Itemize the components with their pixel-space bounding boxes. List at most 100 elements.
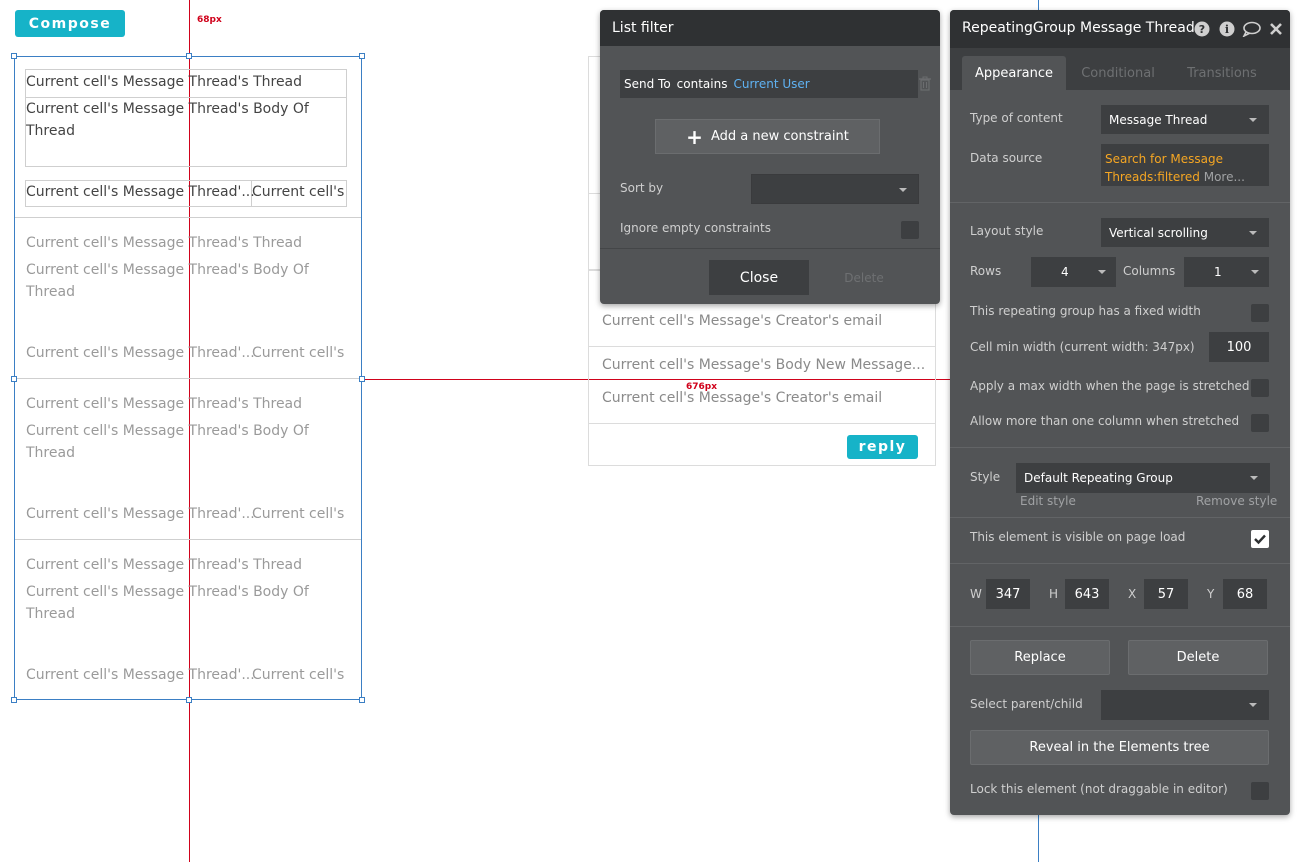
top-measure-label: 68px [197,15,222,25]
data-source-expression-2[interactable]: Threads:filtered [1105,170,1200,184]
remove-style-link[interactable]: Remove style [1196,494,1277,508]
cell-min-width-input[interactable]: 100 [1209,332,1269,362]
resize-handle-right[interactable] [359,376,365,382]
y-input[interactable]: 68 [1223,579,1267,609]
tab-bar: Appearance Conditional Transitions [950,48,1290,90]
resize-handle-bottom[interactable] [186,697,192,703]
help-icon[interactable]: ? [1194,21,1210,37]
resize-handle-top-right[interactable] [359,53,365,59]
rows-label: Rows [970,264,1002,278]
visible-on-load-label: This element is visible on page load [970,530,1186,544]
max-width-label: Apply a max width when the page is stret… [970,379,1250,393]
parent-child-dropdown[interactable] [1101,690,1269,720]
constraint-operator[interactable]: contains [677,77,728,91]
svg-text:?: ? [1199,23,1205,36]
checkmark-icon [1254,534,1266,545]
style-label: Style [970,470,1001,484]
tab-conditional[interactable]: Conditional [1068,56,1168,90]
sort-by-dropdown[interactable] [751,174,919,204]
repeating-group[interactable]: Current cell's Message Thread's Thread C… [14,56,362,700]
thread-footer-right-text: Current cell's [252,506,345,522]
columns-dropdown[interactable]: 1 [1184,257,1269,287]
thread-body-text: Current cell's Message Thread's Body Of [26,262,309,278]
data-source-field[interactable]: Search for Message Threads:filtered More… [1101,144,1269,186]
thread-body-text-2: Thread [26,123,75,139]
replace-button[interactable]: Replace [970,640,1110,675]
close-button[interactable]: Close [709,260,809,295]
layout-style-dropdown[interactable]: Vertical scrolling [1101,218,1269,247]
constraint-row[interactable]: Send To contains Current User [620,70,918,98]
property-panel-header[interactable]: RepeatingGroup Message Thread ? i [950,10,1290,48]
delete-filter-button[interactable]: Delete [825,260,903,295]
thread-footer-right-text: Current cell's [252,184,345,200]
more-link[interactable]: More... [1204,170,1245,184]
thread-footer-left-text: Current cell's Message Thread'... [26,345,255,361]
info-icon[interactable]: i [1219,21,1235,37]
list-filter-header[interactable]: List filter [600,10,940,46]
height-input[interactable]: 643 [1065,579,1109,609]
footer-separator [600,248,940,249]
thread-title-text: Current cell's Message Thread's Thread [26,396,303,412]
delete-element-button[interactable]: Delete [1128,640,1268,675]
thread-footer-left-text: Current cell's Message Thread'... [26,506,255,522]
max-width-checkbox[interactable] [1251,379,1269,397]
section-separator [950,202,1290,203]
resize-handle-bottom-right[interactable] [359,697,365,703]
chevron-down-icon [1249,703,1257,707]
reply-button[interactable]: reply [847,435,918,459]
chevron-down-icon [1249,118,1257,122]
height-label: H [1049,587,1059,601]
fixed-width-label: This repeating group has a fixed width [970,304,1201,318]
message-creator-email: Current cell's Message's Creator's email [602,390,883,406]
constraint-value[interactable]: Current User [733,77,809,91]
thread-footer-right-text: Current cell's [252,345,345,361]
thread-body-text-2: Thread [26,606,75,622]
rows-dropdown[interactable]: 4 [1031,257,1116,287]
type-of-content-value: Message Thread [1109,112,1208,127]
close-icon[interactable] [1268,21,1284,37]
constraint-field[interactable]: Send To [624,77,671,91]
multi-column-checkbox[interactable] [1251,414,1269,432]
add-constraint-label: Add a new constraint [710,129,849,144]
thread-body-text: Current cell's Message Thread's Body Of [26,584,309,600]
chevron-down-icon [1249,231,1257,235]
reveal-in-elements-tree-button[interactable]: Reveal in the Elements tree [970,730,1269,765]
lock-element-checkbox[interactable] [1251,782,1269,800]
repeating-group-cell[interactable]: Current cell's Message Thread's Thread C… [15,540,361,699]
repeating-group-cell[interactable]: Current cell's Message Thread's Thread C… [15,218,361,379]
thread-body-text-2: Thread [26,445,75,461]
svg-text:i: i [1225,23,1229,36]
compose-button[interactable]: Compose [15,10,125,37]
list-filter-title: List filter [612,20,674,36]
visible-on-load-checkbox[interactable] [1251,530,1269,548]
tab-transitions[interactable]: Transitions [1172,56,1272,90]
repeating-group-cell[interactable]: Current cell's Message Thread's Thread C… [15,379,361,540]
style-dropdown[interactable]: Default Repeating Group [1016,463,1270,493]
resize-handle-top-left[interactable] [11,53,17,59]
message-body-text: Current cell's Message's Body New Messag… [602,357,926,373]
section-separator [950,447,1290,448]
width-input[interactable]: 347 [986,579,1030,609]
edit-style-link[interactable]: Edit style [1020,494,1076,508]
plus-icon: + [686,124,703,149]
section-separator [950,563,1290,564]
tab-appearance[interactable]: Appearance [962,56,1066,90]
resize-handle-left[interactable] [11,376,17,382]
resize-handle-top[interactable] [186,53,192,59]
parent-child-label: Select parent/child [970,697,1083,711]
lock-element-label: Lock this element (not draggable in edit… [970,782,1228,796]
comment-icon[interactable] [1242,21,1262,37]
repeating-group-cell[interactable]: Current cell's Message Thread's Thread C… [15,57,361,218]
message-creator-email: Current cell's Message's Creator's email [602,313,883,329]
resize-handle-bottom-left[interactable] [11,697,17,703]
trash-icon[interactable] [918,76,932,92]
x-input[interactable]: 57 [1144,579,1188,609]
data-source-expression[interactable]: Search for Message [1105,150,1269,168]
fixed-width-checkbox[interactable] [1251,304,1269,322]
ignore-empty-checkbox[interactable] [901,221,919,239]
add-constraint-button[interactable]: + Add a new constraint [655,119,880,154]
rows-value: 4 [1061,265,1069,279]
type-of-content-dropdown[interactable]: Message Thread [1101,105,1269,134]
y-label: Y [1207,587,1215,601]
element-title: RepeatingGroup Message Thread [962,20,1195,36]
